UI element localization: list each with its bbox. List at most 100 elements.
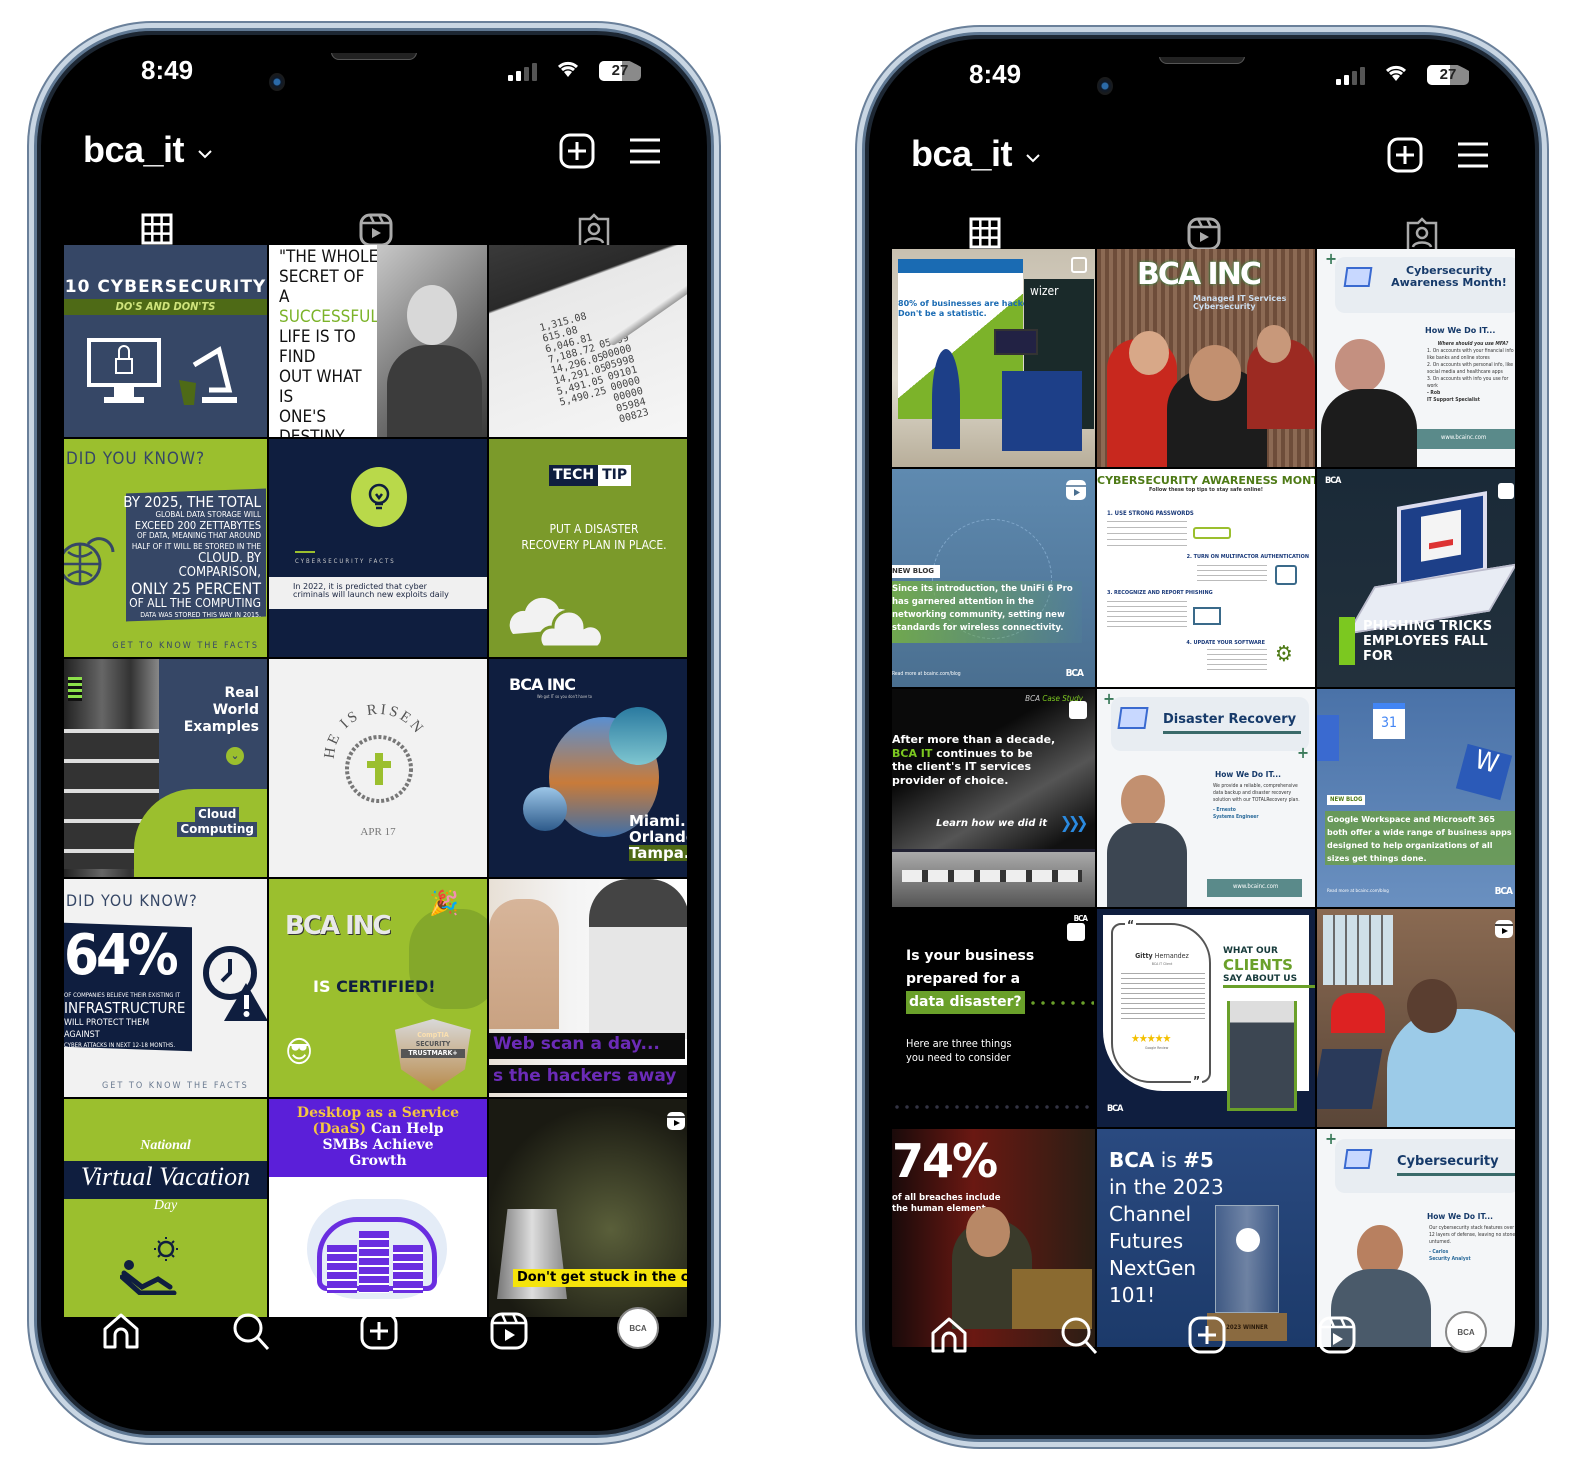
reels-icon [1318,1316,1356,1354]
post-tile[interactable]: HE IS RISEN APR 17 [269,659,487,877]
bca-logo: BCA [1065,667,1084,679]
carousel-icon [1071,257,1087,273]
post-tile[interactable]: BCA Case Study After more than a decade,… [892,689,1095,907]
pen [607,271,687,347]
home-icon [103,1313,139,1349]
posts-grid: 80% of businesses are hacked. Don't be a… [892,249,1515,1347]
nav-home[interactable] [929,1315,969,1355]
plus-square-icon[interactable] [1387,137,1423,173]
person-photo [1331,993,1385,1033]
post-tile[interactable]: CYBERSECURITY FACTS In 2022, it is predi… [269,439,487,657]
window [1323,915,1393,985]
power-button [1541,455,1542,615]
bottom-nav: BCA [889,1311,1515,1375]
post-tile[interactable]: TECH TIP PUT A DISASTER RECOVERY PLAN IN… [489,439,687,657]
post-tile[interactable]: Web scan a day... s the hackers away [489,879,687,1097]
party-popper-icon: 🎉 [429,889,459,917]
post-tile[interactable]: + Cybersecurity Awareness Month! How We … [1317,249,1515,467]
status-bar: 8:49 27 [61,53,687,103]
tab-tagged[interactable] [1405,217,1439,253]
word-icon: W [1455,743,1513,801]
nav-reels[interactable] [1317,1315,1357,1355]
post-tile[interactable]: BCA INC 🎉 IS CERTIFIED! 😎 CompTIA SECURI… [269,879,487,1097]
reels-icon [666,1111,686,1131]
tagged-icon [1406,217,1438,253]
chevron-down-icon[interactable] [1025,147,1041,168]
post-tile[interactable]: BCA INC Managed IT Services Cybersecurity [1097,249,1315,467]
nav-search[interactable] [231,1311,271,1351]
wifi-icon [555,57,581,86]
post-tile[interactable]: BCA PHISHING TRICKS EMPLOYEES FALL FOR [1317,469,1515,687]
nav-profile-avatar[interactable]: BCA [617,1307,659,1349]
password-field-icon [1193,527,1231,539]
username[interactable]: bca_it [911,133,1013,175]
award-trophy [1215,1205,1279,1313]
tab-reels[interactable] [1187,217,1221,251]
tab-reels[interactable] [359,213,393,247]
post-tile[interactable]: Desktop as a Service (DaaS) Can Help SMB… [269,1099,487,1317]
laptop-photo [1317,1049,1383,1109]
bca-logo: BCA [1107,1104,1123,1114]
docs-icon [1317,715,1339,761]
nav-create[interactable] [1187,1315,1227,1355]
nav-profile-avatar[interactable]: BCA [1445,1311,1487,1353]
post-tile[interactable]: 31 W NEW BLOG Google Workspace and Micro… [1317,689,1515,907]
bottom-nav: BCA [61,1307,687,1371]
plus-square-icon[interactable] [559,133,595,169]
menu-icon[interactable] [627,133,663,169]
post-tile[interactable]: BCA Is your business prepared for a data… [892,909,1095,1127]
post-tile[interactable]: CYBERSECURITY AWARENESS MONTH Follow the… [1097,469,1315,687]
nav-home[interactable] [101,1311,141,1351]
search-icon [233,1313,270,1351]
screen: 8:49 27 bca_it [61,53,687,1413]
post-tile[interactable]: NEW BLOG Since its introduction, the Uni… [892,469,1095,687]
lightbulb-icon [351,467,407,527]
tab-grid[interactable] [141,213,175,247]
phone-left: 8:49 27 bca_it 10 CYBERSECURITY DO'S AND… [34,28,714,1438]
sunglasses-emoji-icon: 😎 [285,1035,314,1070]
status-bar: 8:49 27 [889,57,1515,107]
post-tile[interactable]: National Virtual Vacation Day [64,1099,267,1317]
nav-search[interactable] [1059,1315,1099,1355]
post-tile[interactable]: Real World Examples ⌄ Cloud Computing [64,659,267,877]
post-tile[interactable]: “ Gitty Hernandez BCA IT Client ★★★★★ Go… [1097,909,1315,1127]
reels-icon [1494,919,1514,939]
post-tile[interactable]: + Disaster Recovery + How We Do IT... We… [1097,689,1315,907]
nav-reels[interactable] [489,1311,529,1351]
portrait-photo [377,245,487,437]
camera-icon [269,73,285,91]
cloud-icon [509,597,604,649]
tab-grid[interactable] [969,217,1003,251]
nav-create[interactable] [359,1311,399,1351]
post-tile[interactable]: Don't get stuck in the c [489,1099,687,1317]
post-tile[interactable]: DID YOU KNOW? 64% OF COMPANIES BELIEVE T… [64,879,267,1097]
post-tile[interactable]: "THE WHOLE SECRET OF A SUCCESSFUL LIFE I… [269,245,487,437]
carousel-icon [1067,923,1085,941]
post-tile[interactable]: DID YOU KNOW? BY 2025, THE TOTAL GLOBAL … [64,439,267,657]
post-tile[interactable]: 1,315.08 615.08 6,046.81 7,188.72 14,296.05 1… [489,245,687,437]
grid-icon [141,213,173,245]
quote-close-icon: ” [1191,1074,1203,1088]
username[interactable]: bca_it [83,129,185,171]
tv-screen [994,329,1038,355]
post-tile[interactable]: 10 CYBERSECURITY DO'S AND DON'TS [64,245,267,437]
tab-tagged[interactable] [577,213,611,249]
camera-icon [1097,77,1113,95]
mute-switch [34,321,35,361]
crown-of-thorns-icon: HE IS RISEN [322,702,424,803]
chevron-down-icon: ⌄ [226,747,244,765]
wifi-icon [1383,61,1409,90]
post-tile[interactable]: BCA INC We got IT so you don't have to M… [489,659,687,877]
grid-icon [969,217,1001,249]
post-tile[interactable] [1317,909,1515,1127]
post-tile[interactable]: 80% of businesses are hacked. Don't be a… [892,249,1095,467]
laptop-icon [1117,707,1149,729]
signal-icon [508,63,537,81]
office-photo [892,849,1095,907]
profile-header: bca_it [899,127,1505,187]
chevron-down-icon[interactable] [197,143,213,164]
person-photo [1121,775,1165,827]
menu-icon[interactable] [1455,137,1491,173]
profile-header: bca_it [71,123,677,183]
quote-open-icon: “ [1125,918,1137,932]
